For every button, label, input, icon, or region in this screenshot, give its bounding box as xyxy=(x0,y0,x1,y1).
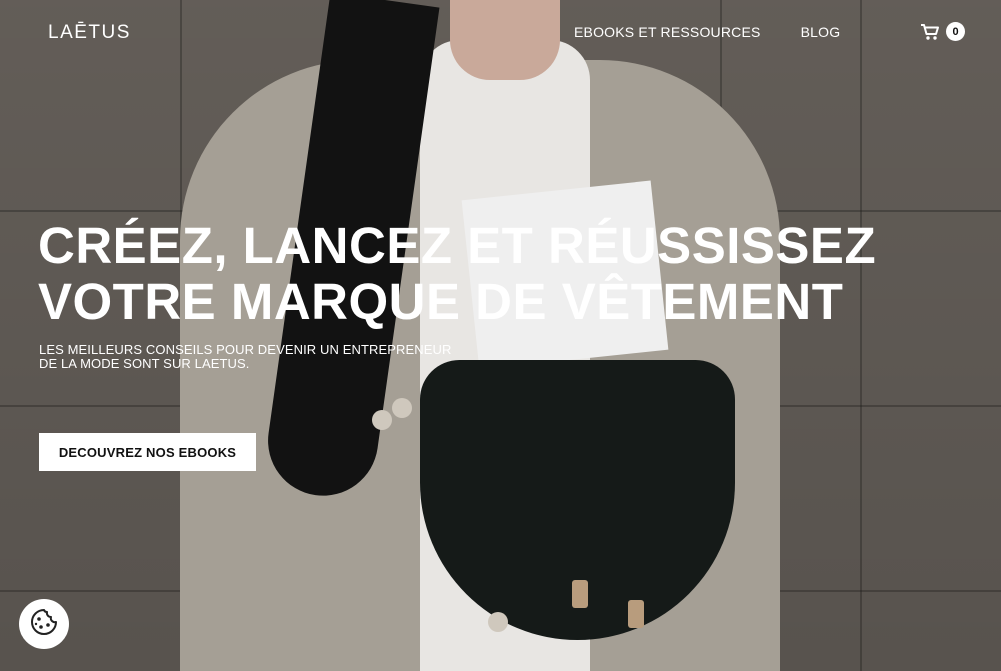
brand-logo[interactable]: LAĒTUS xyxy=(48,22,131,44)
hero-background-image xyxy=(0,0,1001,671)
cart-count-badge: 0 xyxy=(946,22,965,41)
hero-subtitle-line-2: DE LA MODE SONT SUR LAETUS. xyxy=(39,356,250,371)
nav-item-ebooks[interactable]: EBOOKS ET RESSOURCES xyxy=(574,24,761,40)
hero-subtitle: LES MEILLEURS CONSEILS POUR DEVENIR UN E… xyxy=(39,343,499,371)
discover-ebooks-button[interactable]: DECOUVREZ NOS EBOOKS xyxy=(39,433,256,471)
main-nav: EBOOKS ET RESSOURCES BLOG xyxy=(574,24,840,40)
hero-subtitle-line-1: LES MEILLEURS CONSEILS POUR DEVENIR UN E… xyxy=(39,342,452,357)
cookie-settings-button[interactable] xyxy=(19,599,69,649)
cookie-icon xyxy=(29,607,59,642)
hero-title: CRÉEZ, LANCEZ ET RÉUSSISSEZ VOTRE MARQUE… xyxy=(38,218,978,330)
site-header: LAĒTUS EBOOKS ET RESSOURCES BLOG 0 xyxy=(0,0,1001,64)
cart-button[interactable]: 0 xyxy=(920,22,965,41)
hero-title-line-1: CRÉEZ, LANCEZ ET RÉUSSISSEZ xyxy=(38,217,877,274)
nav-item-blog[interactable]: BLOG xyxy=(801,24,841,40)
hero-title-line-2: VOTRE MARQUE DE VÊTEMENT xyxy=(38,273,844,330)
cart-icon xyxy=(920,23,940,41)
